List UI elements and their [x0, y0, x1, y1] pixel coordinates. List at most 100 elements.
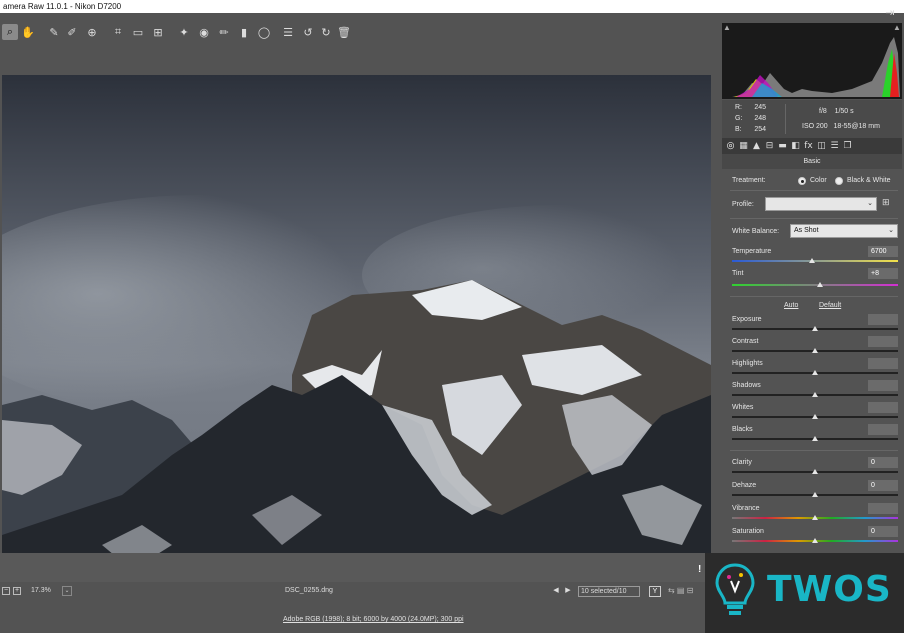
panel-tab-3-icon[interactable]: ▲	[751, 140, 762, 152]
vibrance-slider-thumb[interactable]	[812, 515, 818, 520]
color-sampler-tool-icon[interactable]: ✐	[64, 24, 80, 40]
whites-slider-thumb[interactable]	[812, 414, 818, 419]
tint-slider[interactable]	[732, 284, 898, 286]
saturation-label: Saturation	[732, 528, 764, 535]
exposure-slider-thumb[interactable]	[812, 326, 818, 331]
shadow-clipping-icon[interactable]: ▲	[722, 23, 732, 33]
dehaze-label: Dehaze	[732, 482, 757, 489]
dehaze-value[interactable]: 0	[868, 480, 898, 491]
shadows-slider-thumb[interactable]	[812, 392, 818, 397]
exposure-value[interactable]	[868, 314, 898, 325]
photo-preview[interactable]	[2, 75, 711, 599]
image-canvas[interactable]	[0, 46, 719, 599]
panel-tab-1-icon[interactable]: ◎	[725, 140, 736, 152]
saturation-value[interactable]: 0	[868, 526, 898, 537]
green-value: 248	[754, 115, 766, 122]
contrast-value[interactable]	[868, 336, 898, 347]
graduated-filter-tool-icon[interactable]: ▮	[236, 24, 252, 40]
treatment-color-label[interactable]: Color	[810, 177, 827, 184]
vibrance-label: Vibrance	[732, 505, 760, 512]
treatment-bw-radio[interactable]	[835, 177, 843, 185]
clarity-slider-thumb[interactable]	[812, 469, 818, 474]
highlights-slider-thumb[interactable]	[812, 370, 818, 375]
twos-text: TWOS	[767, 569, 892, 610]
fullscreen-icon[interactable]: ⇥	[882, 4, 898, 20]
divider	[730, 218, 898, 219]
red-eye-tool-icon[interactable]: ◉	[196, 24, 212, 40]
blacks-slider-thumb[interactable]	[812, 436, 818, 441]
rotate-right-tool-icon[interactable]: ↻	[318, 24, 334, 40]
treatment-color-radio[interactable]	[798, 177, 806, 185]
panel-tab-5-icon[interactable]: ▬	[777, 140, 788, 152]
temperature-label: Temperature	[732, 248, 772, 255]
profile-select[interactable]: ⌄	[765, 197, 877, 211]
delete-tool-icon[interactable]: 🗑	[336, 24, 352, 40]
canvas-bottom-strip	[0, 553, 719, 582]
default-button[interactable]: Default	[819, 302, 841, 309]
temperature-slider[interactable]	[732, 260, 898, 262]
auto-button[interactable]: Auto	[784, 302, 798, 309]
whites-value[interactable]	[868, 402, 898, 413]
straighten-tool-icon[interactable]: ▭	[130, 24, 146, 40]
adjustment-brush-tool-icon[interactable]: ✏	[216, 24, 232, 40]
hand-tool-icon[interactable]: ✋	[20, 24, 36, 40]
panel-tabs: ◎ ▦ ▲ ⊟ ▬ ◧ fx ◫ ☰ ❐	[722, 138, 902, 154]
panel-tab-2-icon[interactable]: ▦	[738, 140, 749, 152]
zoom-tool-icon[interactable]: ⌕	[2, 24, 18, 40]
next-image-button[interactable]: ▶	[563, 586, 573, 596]
exposure-label: Exposure	[732, 316, 762, 323]
saturation-slider-thumb[interactable]	[812, 538, 818, 543]
contrast-slider-thumb[interactable]	[812, 348, 818, 353]
tint-value[interactable]: +8	[868, 268, 898, 279]
previous-image-button[interactable]: ◀	[551, 586, 561, 596]
tint-slider-thumb[interactable]	[816, 282, 823, 287]
panel-tab-7-icon[interactable]: fx	[803, 140, 814, 152]
rotate-left-tool-icon[interactable]: ↺	[300, 24, 316, 40]
clipping-warning-icon[interactable]: !	[698, 564, 701, 575]
vibrance-value[interactable]	[868, 503, 898, 514]
info-divider	[785, 104, 786, 134]
blue-label: B:	[735, 126, 742, 133]
divider	[730, 450, 898, 451]
treatment-bw-label[interactable]: Black & White	[847, 177, 891, 184]
zoom-out-button[interactable]: −	[2, 587, 10, 595]
basic-panel: Basic Treatment: Color Black & White Pro…	[722, 154, 902, 550]
highlight-clipping-icon[interactable]: ▲	[892, 23, 902, 33]
blacks-value[interactable]	[868, 424, 898, 435]
dehaze-slider-thumb[interactable]	[812, 492, 818, 497]
panel-tab-8-icon[interactable]: ◫	[816, 140, 827, 152]
histogram: ▲ ▲	[722, 23, 902, 99]
treatment-label: Treatment:	[732, 177, 766, 184]
green-label: G:	[735, 115, 743, 122]
zoom-dropdown[interactable]: ⌄	[62, 586, 72, 596]
targeted-adjustment-tool-icon[interactable]: ⊕	[84, 24, 100, 40]
highlights-value[interactable]	[868, 358, 898, 369]
shadows-value[interactable]	[868, 380, 898, 391]
panel-tab-4-icon[interactable]: ⊟	[764, 140, 775, 152]
panel-tab-9-icon[interactable]: ☰	[829, 140, 840, 152]
preferences-tool-icon[interactable]: ☰	[280, 24, 296, 40]
lens: 18-55@18 mm	[833, 123, 880, 130]
toolbar: ⌕ ✋ ✎ ✐ ⊕ ⌗ ▭ ⊞ ✦ ◉ ✏ ▮ ◯ ☰ ↺ ↻ 🗑	[0, 20, 719, 46]
before-after-button[interactable]: Y	[649, 586, 661, 597]
clarity-value[interactable]: 0	[868, 457, 898, 468]
temperature-value[interactable]: 6700	[868, 246, 898, 257]
transform-tool-icon[interactable]: ⊞	[150, 24, 166, 40]
workflow-options-link[interactable]: Adobe RGB (1998); 8 bit; 6000 by 4000 (2…	[283, 616, 464, 623]
spot-removal-tool-icon[interactable]: ✦	[176, 24, 192, 40]
radial-filter-tool-icon[interactable]: ◯	[256, 24, 272, 40]
iso: ISO 200	[802, 123, 828, 130]
zoom-in-button[interactable]: +	[13, 587, 21, 595]
crop-tool-icon[interactable]: ⌗	[110, 24, 126, 40]
panel-tab-6-icon[interactable]: ◧	[790, 140, 801, 152]
chevron-down-icon: ⌄	[888, 227, 894, 234]
white-balance-tool-icon[interactable]: ✎	[46, 24, 62, 40]
white-balance-select[interactable]: As Shot ⌄	[790, 224, 898, 238]
white-balance-value: As Shot	[794, 227, 819, 234]
view-toggle-icon[interactable]: ⇆ ▤ ⊟	[668, 586, 693, 595]
profile-browser-icon[interactable]: ⊞	[882, 197, 895, 210]
red-label: R:	[735, 104, 742, 111]
zoom-level: 17.3%	[31, 587, 51, 594]
panel-tab-10-icon[interactable]: ❐	[842, 140, 853, 152]
temperature-slider-thumb[interactable]	[808, 258, 815, 263]
